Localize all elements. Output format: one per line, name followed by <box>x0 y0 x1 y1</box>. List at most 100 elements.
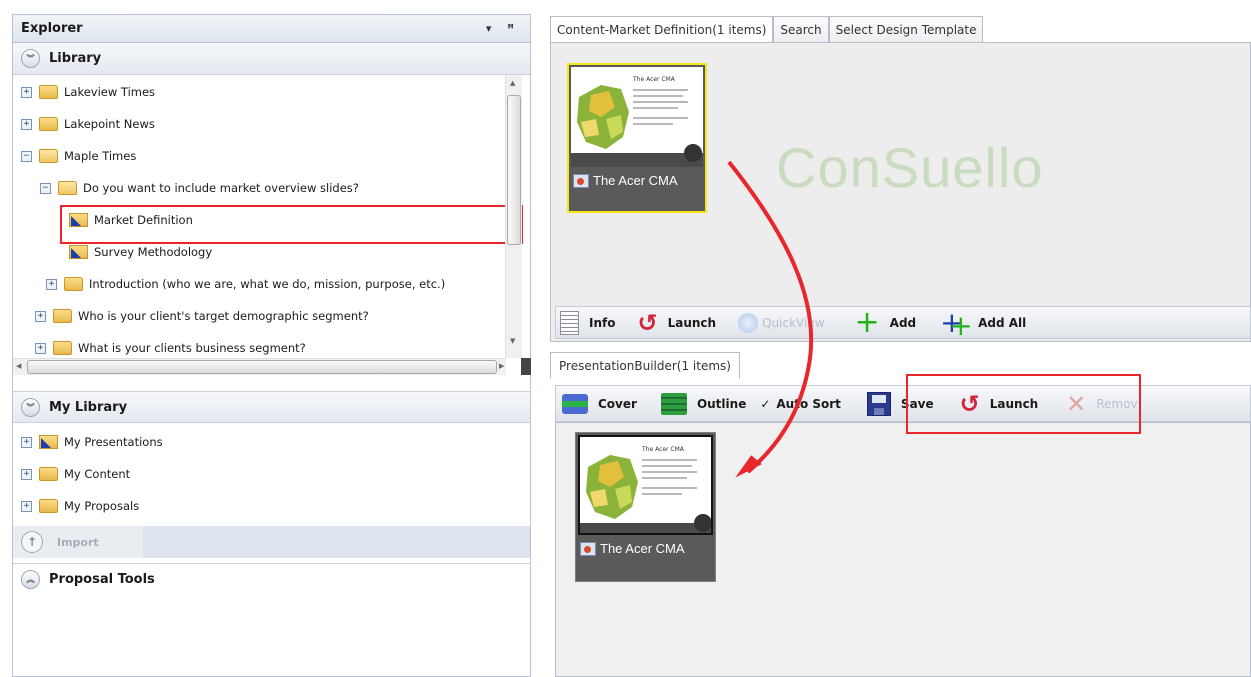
tree-item-target-demographic[interactable]: + Who is your client's target demographi… <box>35 304 369 328</box>
tree-item-maple-times[interactable]: − Maple Times <box>21 144 136 168</box>
launch-icon: ↺ <box>637 308 658 337</box>
folder-icon <box>53 341 72 355</box>
selection-highlight <box>60 205 523 244</box>
scroll-up-icon[interactable]: ▲ <box>510 79 515 87</box>
collapse-tree-icon[interactable]: − <box>21 150 32 162</box>
tree-item-lakepoint-news[interactable]: + Lakepoint News <box>21 112 155 136</box>
floppy-disk-icon <box>866 391 891 416</box>
expand-icon[interactable]: + <box>21 468 32 480</box>
info-icon <box>560 310 579 335</box>
scroll-corner <box>521 358 531 375</box>
my-library-section-header[interactable]: ︾ My Library <box>13 391 530 423</box>
expand-icon[interactable]: + <box>21 436 32 448</box>
proposal-tools-header-label: Proposal Tools <box>49 572 155 587</box>
cover-button[interactable]: Cover <box>562 393 637 414</box>
tab-presentation-builder[interactable]: PresentationBuilder(1 items) <box>550 352 740 379</box>
svg-text:The Acer CMA: The Acer CMA <box>641 446 685 453</box>
collapse-icon[interactable]: ︾ <box>21 49 40 68</box>
content-panel: ConSuello The Acer CMA The Acer CMA <box>550 42 1251 342</box>
expand-icon[interactable]: + <box>35 342 46 354</box>
explorer-title: Explorer <box>21 21 83 36</box>
tree-horizontal-scrollbar[interactable]: ◀ ▶ <box>13 358 506 375</box>
content-card-acer-cma[interactable]: The Acer CMA The Acer CMA <box>567 63 707 213</box>
cover-icon <box>562 393 588 414</box>
builder-panel: The Acer CMA The Acer CMA <box>555 422 1251 677</box>
tab-select-design-template[interactable]: Select Design Template <box>828 16 984 42</box>
launch-button[interactable]: ↺ Launch <box>637 311 716 335</box>
tree-item-survey-methodology[interactable]: Survey Methodology <box>69 240 212 264</box>
add-all-label: Add All <box>978 315 1027 330</box>
library-header-label: Library <box>49 51 102 66</box>
open-folder-icon <box>58 181 77 195</box>
expand-icon[interactable]: + <box>21 86 32 98</box>
tree-item-my-content[interactable]: + My Content <box>21 462 130 486</box>
save-launch-highlight <box>906 374 1141 434</box>
expand-icon[interactable]: + <box>21 500 32 512</box>
map-slide-image: The Acer CMA <box>571 67 703 167</box>
library-section-header[interactable]: ︾ Library <box>13 43 530 75</box>
builder-card-acer-cma[interactable]: The Acer CMA The Acer CMA <box>575 432 716 582</box>
info-label: Info <box>589 315 616 330</box>
add-all-icon: + + <box>940 305 973 342</box>
card-caption: The Acer CMA <box>573 173 678 188</box>
slide-thumbnail: The Acer CMA <box>578 435 713 535</box>
tree-item-label: Do you want to include market overview s… <box>83 181 359 195</box>
tree-item-introduction[interactable]: + Introduction (who we are, what we do, … <box>46 272 445 296</box>
import-bar: ↑ Import <box>13 526 530 558</box>
builder-tab-strip: PresentationBuilder(1 items) <box>550 352 740 379</box>
tree-item-market-overview[interactable]: − Do you want to include market overview… <box>40 176 359 200</box>
drag-arrow-annotation <box>727 160 814 478</box>
scroll-down-icon[interactable]: ▼ <box>510 337 515 345</box>
expand-icon[interactable]: + <box>46 278 57 290</box>
tree-item-label: Lakeview Times <box>64 85 156 99</box>
info-button[interactable]: Info <box>560 310 616 335</box>
content-toolbar: Info ↺ Launch QuickView + Add + + Add Al… <box>555 304 1251 342</box>
tree-item-label: What is your clients business segment? <box>78 341 306 355</box>
explorer-panel: Explorer ▾ ꟸ ︾ Library + Lakeview Times … <box>12 14 531 677</box>
collapse-tree-icon[interactable]: − <box>40 182 51 194</box>
expand-section-icon[interactable]: ︽ <box>21 570 40 589</box>
my-library-header-label: My Library <box>49 399 128 415</box>
right-workspace: Content-Market Definition(1 items) Searc… <box>543 0 1251 677</box>
plus-icon: + <box>854 304 880 340</box>
folder-icon <box>64 277 83 291</box>
folder-icon <box>39 467 58 481</box>
map-slide-image: The Acer CMA <box>580 437 711 533</box>
import-label: Import <box>57 535 99 549</box>
tree-item-label: My Content <box>64 467 131 481</box>
tree-item-business-segment[interactable]: + What is your clients business segment? <box>35 336 306 360</box>
import-button[interactable]: ↑ Import <box>13 526 143 558</box>
powerpoint-icon <box>580 541 596 556</box>
launch-label: Launch <box>667 315 717 330</box>
folder-icon <box>39 117 58 131</box>
tree-item-my-presentations[interactable]: + My Presentations <box>21 430 163 454</box>
tree-vertical-scrollbar[interactable]: ▲ ▼ <box>505 75 522 358</box>
add-button[interactable]: + Add <box>854 304 917 340</box>
tree-item-label: Lakepoint News <box>64 117 155 131</box>
tree-item-label: Who is your client's target demographic … <box>78 309 369 323</box>
content-tab-strip: Content-Market Definition(1 items) Searc… <box>550 16 984 42</box>
scrollbar-thumb[interactable] <box>27 360 497 374</box>
scroll-right-icon[interactable]: ▶ <box>499 362 504 370</box>
collapse-icon[interactable]: ︾ <box>21 397 40 417</box>
card-title: The Acer CMA <box>600 541 685 556</box>
cover-label: Cover <box>598 396 637 411</box>
tree-item-lakeview-times[interactable]: + Lakeview Times <box>21 80 155 104</box>
outline-icon <box>660 392 687 415</box>
tree-item-label: My Proposals <box>64 499 140 513</box>
scroll-left-icon[interactable]: ◀ <box>16 362 21 370</box>
add-all-button[interactable]: + + Add All <box>940 305 1027 342</box>
tree-item-my-proposals[interactable]: + My Proposals <box>21 494 139 518</box>
powerpoint-icon <box>573 173 589 188</box>
card-title: The Acer CMA <box>593 173 678 188</box>
card-caption: The Acer CMA <box>580 541 685 556</box>
slide-thumbnail: The Acer CMA <box>571 67 703 167</box>
pin-icon[interactable]: ▾ ꟸ <box>486 22 520 35</box>
tab-search[interactable]: Search <box>773 16 829 42</box>
tab-content-market-definition[interactable]: Content-Market Definition(1 items) <box>550 16 774 42</box>
expand-icon[interactable]: + <box>21 118 32 130</box>
proposal-tools-section-header[interactable]: ︽ Proposal Tools <box>13 563 530 595</box>
scrollbar-thumb[interactable] <box>507 95 521 245</box>
folder-icon <box>39 85 58 99</box>
expand-icon[interactable]: + <box>35 310 46 322</box>
